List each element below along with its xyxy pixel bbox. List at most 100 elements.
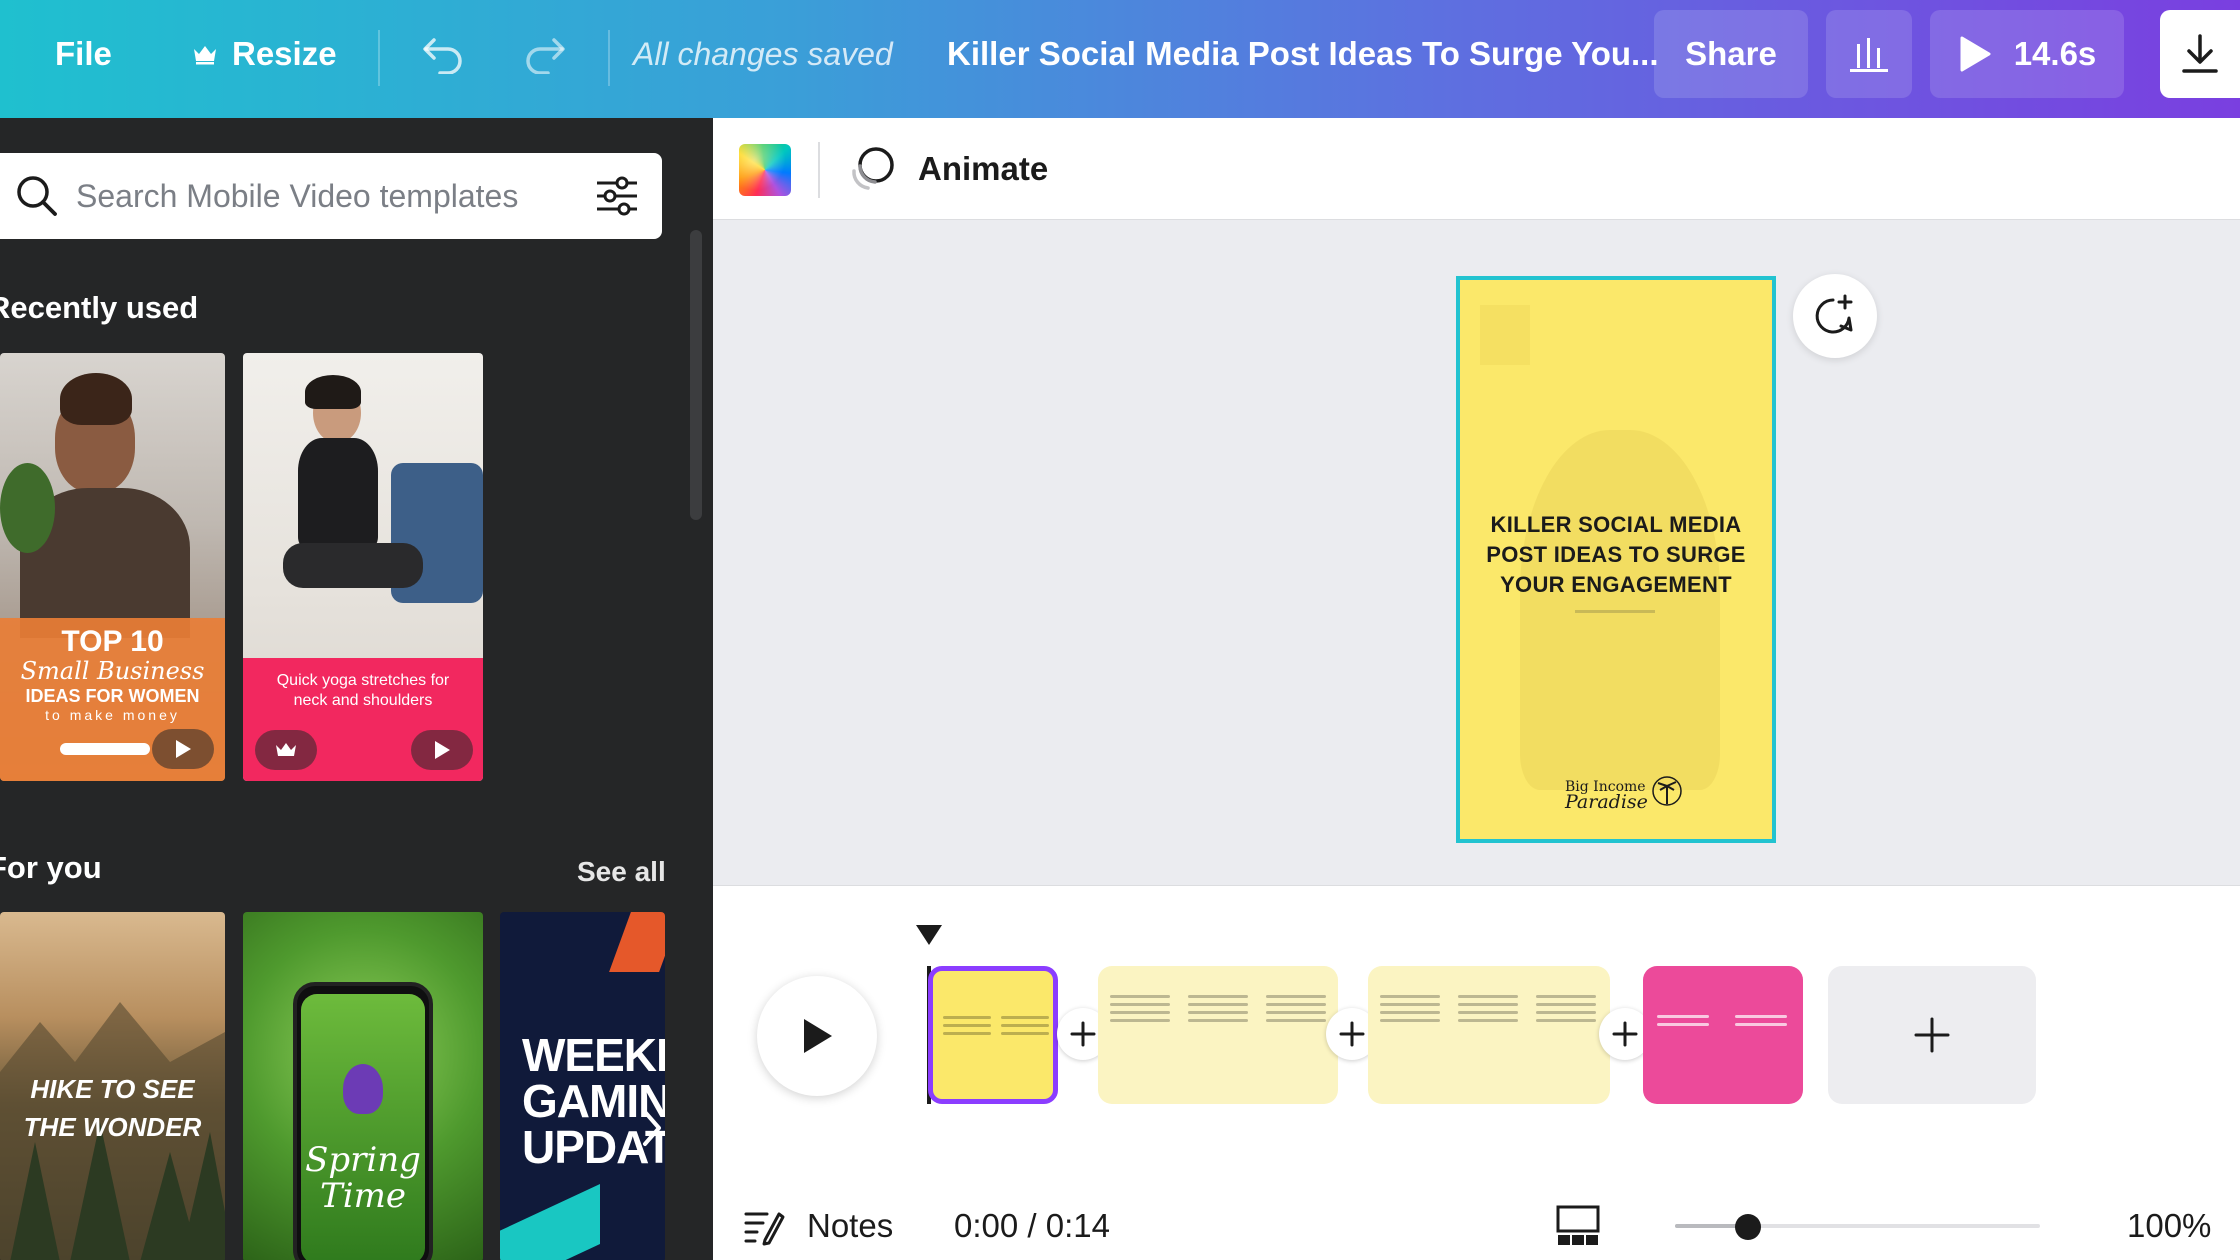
redo-button[interactable] <box>522 0 568 108</box>
faded-decor-shape <box>1480 305 1530 365</box>
zoom-percentage[interactable]: 100% <box>2127 1206 2211 1246</box>
insights-button[interactable] <box>1826 10 1912 98</box>
toolbar-divider <box>818 142 820 198</box>
plant-shape <box>0 463 55 553</box>
background-color-picker[interactable] <box>739 144 791 196</box>
design-title-text[interactable]: KILLER SOCIAL MEDIA POST IDEAS TO SURGE … <box>1470 510 1762 600</box>
templates-panel: Recently used TOP 10 Small Business IDEA… <box>0 118 713 1260</box>
template-subheading: IDEAS FOR WOMEN <box>25 686 200 706</box>
undo-icon <box>423 38 462 74</box>
resize-label: Resize <box>232 35 337 72</box>
template-spring-time[interactable]: Spring Time <box>243 912 483 1260</box>
timeline <box>713 885 2240 1120</box>
undo-button[interactable] <box>420 0 466 108</box>
design-canvas-area: KILLER SOCIAL MEDIA POST IDEAS TO SURGE … <box>713 220 2240 917</box>
design-page[interactable]: KILLER SOCIAL MEDIA POST IDEAS TO SURGE … <box>1456 276 1776 843</box>
flower-shape <box>343 1064 383 1114</box>
template-tagline: to make money <box>45 707 180 723</box>
template-weekly-gaming[interactable]: WEEKLY GAMING UPDATE <box>500 912 665 1260</box>
preview-play-button[interactable] <box>152 729 214 769</box>
share-button[interactable]: Share <box>1654 10 1808 98</box>
animate-icon <box>852 147 894 190</box>
chevron-right-icon[interactable] <box>640 1108 664 1148</box>
preview-play-button[interactable] <box>411 730 473 770</box>
template-heading: WEEKLY GAMING UPDATE <box>522 1032 665 1170</box>
save-status: All changes saved <box>633 0 893 108</box>
clip-text-preview <box>1458 990 1518 1027</box>
add-comment-button[interactable] <box>1793 274 1877 358</box>
palm-tree-icon <box>1652 776 1682 806</box>
time-readout: 0:00 / 0:14 <box>954 1207 1110 1244</box>
brand-logo: Big Income Paradise <box>1565 780 1648 813</box>
template-url-bar <box>60 743 150 755</box>
toolbar-divider <box>378 30 380 86</box>
add-comment-icon <box>1815 294 1853 334</box>
template-heading-line: WEEKLY <box>522 1029 665 1081</box>
timeline-clip-4[interactable] <box>1643 966 1803 1104</box>
present-play-button[interactable]: 14.6s <box>1930 10 2124 98</box>
template-script-line: Small Business <box>20 657 205 685</box>
toolbar-divider <box>608 30 610 86</box>
share-label: Share <box>1685 35 1777 72</box>
template-heading-line: THE WONDER <box>23 1112 202 1142</box>
download-icon <box>2182 34 2218 73</box>
plus-icon <box>1339 1021 1365 1047</box>
hair-shape <box>305 375 361 409</box>
download-button[interactable] <box>2160 10 2240 98</box>
template-heading: Spring Time <box>243 1142 483 1214</box>
redo-icon <box>526 38 565 74</box>
resize-button[interactable]: Resize <box>192 0 337 108</box>
animate-label: Animate <box>918 150 1049 187</box>
template-search-box[interactable] <box>0 153 662 239</box>
clip-text-preview <box>1001 1011 1049 1040</box>
template-hike[interactable]: HIKE TO SEE THE WONDER <box>0 912 225 1260</box>
see-all-link[interactable]: See all <box>577 856 666 888</box>
recent-template-yoga[interactable]: Quick yoga stretches for neck and should… <box>243 353 483 781</box>
playhead-marker-icon[interactable] <box>914 923 944 947</box>
filter-settings-icon[interactable] <box>594 173 640 219</box>
notes-button[interactable]: Notes <box>743 1206 893 1246</box>
template-heading-line: HIKE TO SEE <box>30 1074 195 1104</box>
plus-icon <box>1612 1021 1638 1047</box>
recently-used-heading: Recently used <box>0 290 199 325</box>
title-underline <box>1575 610 1655 613</box>
legs-shape <box>283 543 423 588</box>
template-heading: TOP 10 <box>61 625 164 658</box>
template-search-input[interactable] <box>76 171 576 221</box>
save-status-text: All changes saved <box>633 35 893 72</box>
crown-icon <box>276 743 296 756</box>
editor-toolbar: Animate <box>713 118 2240 220</box>
notes-icon <box>744 1212 785 1246</box>
sidebar-scrollbar[interactable] <box>690 230 702 520</box>
bar-chart-icon <box>1850 38 1888 72</box>
clip-text-preview <box>1266 990 1326 1027</box>
zoom-slider-thumb[interactable] <box>1735 1214 1761 1240</box>
clip-text-preview <box>943 1011 991 1040</box>
clip-text-preview <box>1188 990 1248 1027</box>
timeline-clip-1[interactable] <box>928 966 1058 1104</box>
timeline-clip-2[interactable] <box>1098 966 1338 1104</box>
play-icon <box>435 741 450 759</box>
zoom-slider[interactable] <box>1675 1204 2040 1248</box>
timeline-play-button[interactable] <box>757 976 877 1096</box>
notes-label: Notes <box>807 1207 894 1244</box>
timeline-clip-3[interactable] <box>1368 966 1610 1104</box>
play-icon <box>1960 36 1991 72</box>
template-heading-line: Time <box>320 1176 406 1216</box>
torso-shape <box>298 438 378 548</box>
file-menu[interactable]: File <box>55 0 112 108</box>
document-title[interactable]: Killer Social Media Post Ideas To Surge … <box>947 0 1659 108</box>
grid-view-icon[interactable] <box>1556 1204 1600 1248</box>
animate-button[interactable]: Animate <box>848 138 1048 200</box>
brand-logo-line2: Paradise <box>1565 791 1648 813</box>
clip-text-preview <box>1110 990 1170 1027</box>
play-icon <box>804 1019 832 1053</box>
phone-screen <box>301 994 425 1260</box>
hair-shape <box>60 373 132 425</box>
recent-template-small-business[interactable]: TOP 10 Small Business IDEAS FOR WOMEN to… <box>0 353 225 781</box>
plus-icon <box>1070 1021 1096 1047</box>
add-page-button[interactable] <box>1828 966 2036 1104</box>
editor-footer: Notes 0:00 / 0:14 100% <box>713 1120 2240 1260</box>
template-heading-line: Spring <box>305 1140 421 1180</box>
document-title-text: Killer Social Media Post Ideas To Surge … <box>947 35 1659 72</box>
